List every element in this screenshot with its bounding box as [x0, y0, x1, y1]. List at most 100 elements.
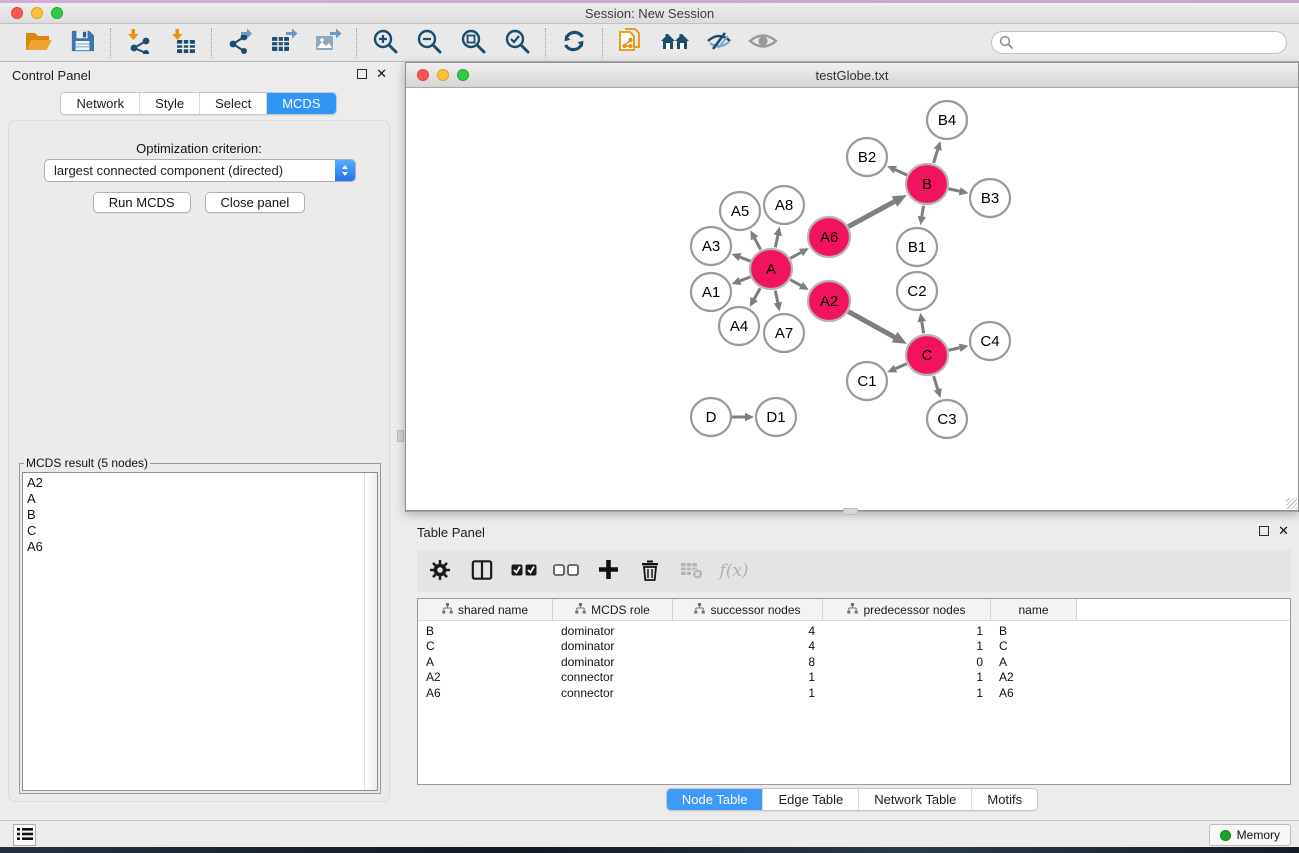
- close-panel-button[interactable]: Close panel: [205, 192, 306, 213]
- panel-splitter-handle[interactable]: [397, 430, 404, 442]
- table-cell[interactable]: 4: [673, 639, 823, 653]
- network-node-A2[interactable]: A2: [808, 281, 850, 321]
- open-network-file-button[interactable]: [616, 28, 646, 58]
- tab-node-table[interactable]: Node Table: [667, 789, 764, 810]
- column-layout-button[interactable]: [469, 558, 495, 584]
- network-table-divider-handle[interactable]: [843, 508, 858, 515]
- network-node-C3[interactable]: C3: [927, 400, 967, 438]
- network-edge-A-A1[interactable]: [740, 277, 751, 281]
- table-cell[interactable]: 1: [823, 639, 991, 653]
- table-cell[interactable]: 1: [673, 670, 823, 684]
- network-node-A1[interactable]: A1: [691, 273, 731, 311]
- table-cell[interactable]: 4: [673, 624, 823, 638]
- network-edge-A-A6[interactable]: [790, 252, 801, 258]
- table-cell[interactable]: 1: [823, 686, 991, 700]
- table-cell[interactable]: dominator: [553, 639, 673, 653]
- refresh-button[interactable]: [559, 28, 589, 58]
- network-edge-B-B2[interactable]: [895, 170, 907, 175]
- network-edge-B-B1[interactable]: [922, 206, 924, 217]
- network-edge-A-A3[interactable]: [740, 257, 751, 261]
- memory-button[interactable]: Memory: [1209, 824, 1291, 846]
- tab-motifs[interactable]: Motifs: [972, 789, 1037, 810]
- table-cell[interactable]: A6: [991, 686, 1077, 700]
- network-edge-C-C1[interactable]: [895, 364, 906, 369]
- delete-table-button[interactable]: [679, 558, 705, 584]
- network-edge-A-A7[interactable]: [775, 291, 777, 303]
- network-node-B1[interactable]: B1: [897, 228, 937, 266]
- tab-mcds[interactable]: MCDS: [267, 93, 335, 114]
- open-session-button[interactable]: [23, 28, 53, 58]
- show-graphics-details-button[interactable]: [748, 28, 778, 58]
- result-list-scrollbar[interactable]: [364, 473, 377, 790]
- network-node-C1[interactable]: C1: [847, 362, 887, 400]
- result-item[interactable]: A2: [27, 475, 377, 491]
- network-edge-A-A5[interactable]: [755, 238, 761, 249]
- table-row[interactable]: Bdominator41B: [418, 623, 1290, 639]
- network-edge-A-A2[interactable]: [790, 280, 801, 286]
- table-cell[interactable]: A2: [991, 670, 1077, 684]
- network-edge-C-C3[interactable]: [934, 376, 938, 389]
- table-row[interactable]: A6connector11A6: [418, 685, 1290, 701]
- float-table-panel-icon[interactable]: [1259, 526, 1269, 536]
- create-column-button[interactable]: [595, 558, 621, 584]
- network-node-D[interactable]: D: [691, 398, 731, 436]
- zoom-selected-button[interactable]: [502, 28, 532, 58]
- network-node-B4[interactable]: B4: [927, 101, 967, 139]
- table-cell[interactable]: C: [991, 639, 1077, 653]
- network-canvas[interactable]: B4B2BB3A8A5A6A3B1AC2A1A2A4A7C4CC1C3DD1: [406, 88, 1298, 510]
- result-item[interactable]: A6: [27, 539, 377, 555]
- close-panel-icon[interactable]: ✕: [376, 68, 387, 80]
- tab-edge-table[interactable]: Edge Table: [763, 789, 859, 810]
- column-header-MCDS-role[interactable]: MCDS role: [553, 599, 673, 620]
- hide-graphics-details-button[interactable]: [704, 28, 734, 58]
- float-panel-icon[interactable]: [357, 69, 367, 79]
- table-row[interactable]: Cdominator41C: [418, 639, 1290, 655]
- save-session-button[interactable]: [67, 28, 97, 58]
- table-cell[interactable]: dominator: [553, 624, 673, 638]
- table-row[interactable]: A2connector11A2: [418, 670, 1290, 686]
- table-cell[interactable]: C: [418, 639, 553, 653]
- deselect-all-columns-button[interactable]: [553, 558, 579, 584]
- table-cell[interactable]: 1: [823, 624, 991, 638]
- network-node-B3[interactable]: B3: [970, 179, 1010, 217]
- network-node-A8[interactable]: A8: [764, 186, 804, 224]
- table-cell[interactable]: B: [991, 624, 1077, 638]
- network-node-A4[interactable]: A4: [719, 307, 759, 345]
- home-button[interactable]: [660, 28, 690, 58]
- network-node-C[interactable]: C: [906, 335, 948, 375]
- table-cell[interactable]: 0: [823, 655, 991, 669]
- table-cell[interactable]: A2: [418, 670, 553, 684]
- network-node-A7[interactable]: A7: [764, 314, 804, 352]
- tab-select[interactable]: Select: [200, 93, 267, 114]
- tab-style[interactable]: Style: [140, 93, 200, 114]
- network-edge-A-A8[interactable]: [775, 235, 777, 247]
- table-cell[interactable]: dominator: [553, 655, 673, 669]
- table-row[interactable]: Adominator80A: [418, 654, 1290, 670]
- table-cell[interactable]: A: [991, 655, 1077, 669]
- table-cell[interactable]: 1: [673, 686, 823, 700]
- tab-network-table[interactable]: Network Table: [859, 789, 972, 810]
- table-cell[interactable]: 8: [673, 655, 823, 669]
- delete-column-button[interactable]: [637, 558, 663, 584]
- table-settings-button[interactable]: [427, 558, 453, 584]
- column-header-name[interactable]: name: [991, 599, 1077, 620]
- export-table-button[interactable]: [269, 28, 299, 58]
- network-node-B[interactable]: B: [906, 164, 948, 204]
- select-all-columns-button[interactable]: [511, 558, 537, 584]
- network-node-D1[interactable]: D1: [756, 398, 796, 436]
- mcds-result-list[interactable]: A2ABCA6: [22, 472, 378, 791]
- close-table-panel-icon[interactable]: ✕: [1278, 525, 1289, 537]
- zoom-out-button[interactable]: [414, 28, 444, 58]
- result-item[interactable]: B: [27, 507, 377, 523]
- optimization-criterion-dropdown[interactable]: largest connected component (directed): [44, 159, 356, 182]
- network-edge-A6-B[interactable]: [848, 202, 894, 227]
- network-node-A3[interactable]: A3: [691, 227, 731, 265]
- export-network-button[interactable]: [225, 28, 255, 58]
- network-node-A[interactable]: A: [750, 249, 792, 289]
- table-cell[interactable]: B: [418, 624, 553, 638]
- network-node-C2[interactable]: C2: [897, 272, 937, 310]
- column-header-predecessor-nodes[interactable]: predecessor nodes: [823, 599, 991, 620]
- network-edge-B-B4[interactable]: [934, 150, 938, 163]
- window-resize-grip[interactable]: [1286, 498, 1297, 509]
- function-builder-button[interactable]: f(x): [721, 558, 747, 584]
